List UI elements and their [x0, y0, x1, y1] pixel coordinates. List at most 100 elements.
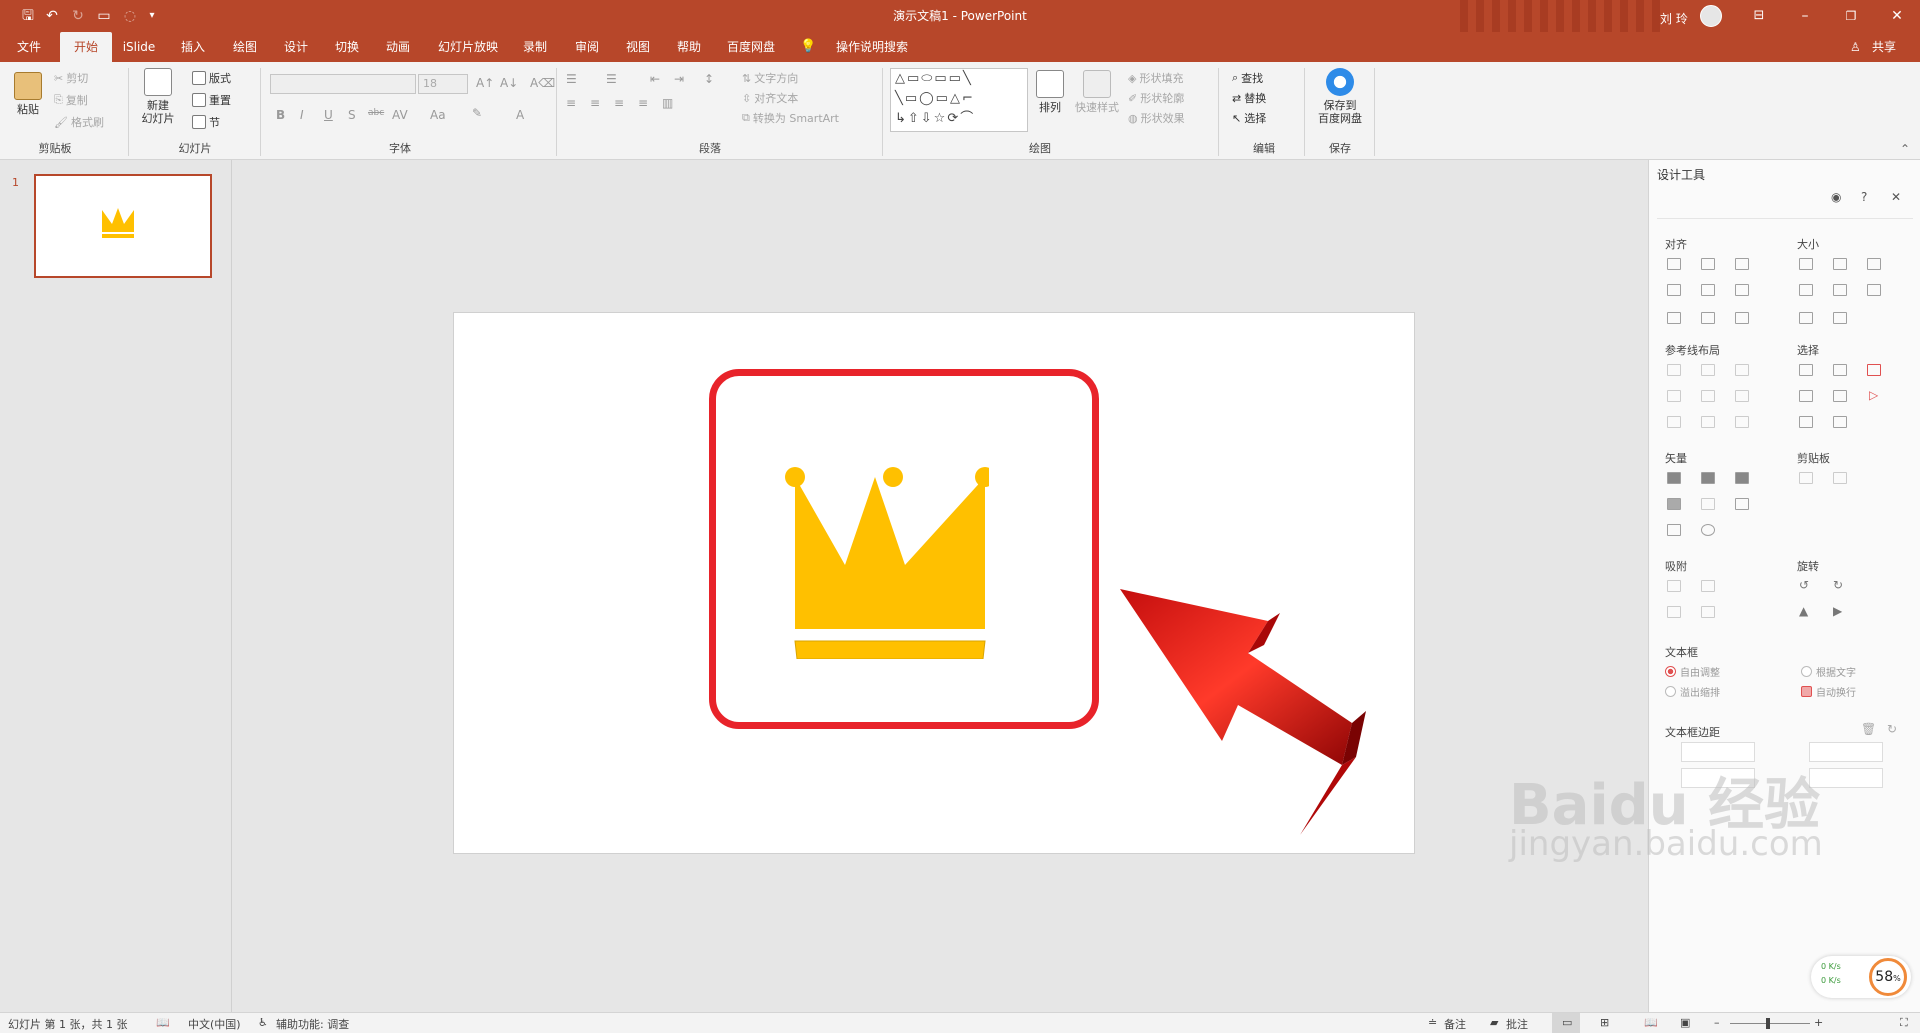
trash-icon[interactable]: 🗑 [1861, 722, 1876, 736]
guide-full-icon[interactable] [1735, 416, 1749, 428]
guide-right-icon[interactable] [1735, 364, 1749, 376]
select-invert-icon[interactable] [1833, 416, 1847, 428]
minimize-icon[interactable]: – [1782, 0, 1828, 32]
extend-bottom-icon[interactable] [1833, 312, 1847, 324]
arrange-button[interactable]: 排列 [1034, 70, 1066, 114]
touch-mode-icon[interactable]: ◌ [120, 6, 140, 26]
help-icon[interactable]: ? [1861, 190, 1867, 204]
distribute-v-tool-icon[interactable] [1701, 312, 1715, 324]
share-button[interactable]: 共享 [1864, 32, 1904, 62]
tell-me-search[interactable]: 操作说明搜索 [824, 32, 920, 62]
select-bottom-icon[interactable] [1799, 416, 1813, 428]
net-speed-widget[interactable]: 0 K/s 0 K/s 58% [1811, 956, 1911, 998]
shape-fill-button[interactable]: ◈ 形状填充 [1128, 70, 1183, 86]
tab-help[interactable]: 帮助 [668, 32, 710, 62]
intersect-icon[interactable] [1667, 498, 1681, 510]
guide-top-icon[interactable] [1667, 390, 1681, 402]
align-top-tool-icon[interactable] [1667, 284, 1681, 296]
zoom-slider-thumb[interactable] [1766, 1018, 1770, 1029]
text-direction-button[interactable]: ⇅ 文字方向 [742, 70, 798, 86]
select-filter-icon[interactable] [1867, 364, 1881, 376]
reading-view-icon[interactable]: 📖 [1644, 1016, 1658, 1029]
clear-format-icon[interactable]: A⌫ [530, 76, 555, 90]
align-right-tool-icon[interactable] [1735, 258, 1749, 270]
distribute-h-tool-icon[interactable] [1667, 312, 1681, 324]
slide-thumbnail[interactable] [34, 174, 212, 278]
present-icon[interactable]: ▭ [94, 6, 114, 26]
slideshow-icon[interactable]: ▣ [1680, 1016, 1690, 1029]
extend-top-icon[interactable] [1799, 312, 1813, 324]
margin-left-input[interactable] [1681, 742, 1755, 762]
zoom-slider[interactable] [1730, 1023, 1810, 1024]
extend-both-icon[interactable] [1867, 284, 1881, 296]
increase-indent-icon[interactable]: ⇥ [674, 72, 684, 86]
select-top-icon[interactable] [1799, 390, 1813, 402]
reset-button[interactable]: 重置 [192, 92, 231, 108]
restore-icon[interactable]: ❐ [1828, 0, 1874, 32]
select-similar-icon[interactable] [1833, 364, 1847, 376]
rotate-left-icon[interactable]: ↺ [1799, 578, 1809, 592]
tab-baidu-pan[interactable]: 百度网盘 [720, 32, 782, 62]
copy-button[interactable]: ⎘ 复制 [54, 92, 88, 108]
spellcheck-icon[interactable]: 📖 [156, 1016, 170, 1029]
option-autofit-text[interactable]: 根据文字 [1801, 664, 1856, 679]
copy-position-icon[interactable] [1799, 472, 1813, 484]
tab-record[interactable]: 录制 [514, 32, 556, 62]
tab-home[interactable]: 开始 [60, 32, 112, 62]
rotate-right-icon[interactable]: ↻ [1833, 578, 1843, 592]
combine-icon[interactable] [1701, 472, 1715, 484]
shapes-gallery[interactable]: △▭⬭▭▭╲ ╲▭◯▭△⌐ ↳⇧⇩☆⟳⌒ [890, 68, 1028, 132]
settings-icon[interactable]: ◉ [1831, 190, 1841, 204]
align-right-icon[interactable]: ≡ [614, 96, 624, 110]
shrink-font-icon[interactable]: A↓ [500, 76, 518, 90]
replace-button[interactable]: ⇄ 替换 [1232, 90, 1266, 106]
underline-button[interactable]: U [324, 108, 333, 122]
decrease-indent-icon[interactable]: ⇤ [650, 72, 660, 86]
guide-middle-icon[interactable] [1701, 390, 1715, 402]
option-autofit-free[interactable]: 自由调整 [1665, 664, 1720, 679]
tab-review[interactable]: 审阅 [566, 32, 608, 62]
align-left-icon[interactable]: ≡ [566, 96, 576, 110]
italic-button[interactable]: I [300, 108, 304, 122]
bullets-icon[interactable]: ☰ [566, 72, 577, 86]
guide-bottom-icon[interactable] [1735, 390, 1749, 402]
cut-button[interactable]: ✂ 剪切 [54, 70, 88, 86]
flip-horizontal-icon[interactable]: ▶ [1833, 604, 1842, 618]
align-bottom-tool-icon[interactable] [1735, 284, 1749, 296]
guide-left-icon[interactable] [1667, 364, 1681, 376]
font-size-box[interactable]: 18 [418, 74, 468, 94]
flip-vertical-icon[interactable]: ▲ [1799, 604, 1808, 618]
select-button[interactable]: ↖ 选择 [1232, 110, 1266, 126]
fragment-icon[interactable] [1735, 472, 1749, 484]
collapse-ribbon-icon[interactable]: ⌃ [1900, 142, 1910, 156]
tab-design[interactable]: 设计 [275, 32, 317, 62]
highlight-color-icon[interactable]: ✎ [472, 106, 482, 120]
zoom-in-icon[interactable]: + [1814, 1016, 1823, 1029]
shape-outline-button[interactable]: ✐ 形状轮廓 [1128, 90, 1184, 106]
line-spacing-icon[interactable]: ↕ [704, 72, 714, 86]
guide-height-icon[interactable] [1701, 416, 1715, 428]
save-to-baidu-button[interactable]: 保存到 百度网盘 [1312, 68, 1368, 125]
snap-right-icon[interactable] [1701, 580, 1715, 592]
comments-icon[interactable]: ▰ [1490, 1016, 1498, 1029]
new-slide-button[interactable]: 新建 幻灯片 [138, 68, 178, 125]
option-overflow-shrink[interactable]: 溢出缩排 [1665, 684, 1720, 699]
same-height-icon[interactable] [1833, 258, 1847, 270]
same-width-icon[interactable] [1799, 258, 1813, 270]
paste-button[interactable]: 粘贴 [12, 72, 44, 116]
accessibility-icon[interactable]: ♿ [258, 1016, 268, 1029]
refresh-icon[interactable]: ↻ [1887, 722, 1897, 736]
tab-file[interactable]: 文件 [8, 32, 50, 62]
tab-insert[interactable]: 插入 [172, 32, 214, 62]
user-name[interactable]: 刘 玲 [1660, 10, 1688, 27]
select-arrow-icon[interactable]: ▷ [1869, 388, 1878, 402]
snap-top-icon[interactable] [1667, 606, 1681, 618]
notes-button[interactable]: 备注 [1444, 1016, 1466, 1032]
subtract-icon[interactable] [1701, 498, 1715, 510]
bold-button[interactable]: B [276, 108, 285, 122]
extend-left-icon[interactable] [1799, 284, 1813, 296]
accessibility-status[interactable]: 辅助功能: 调查 [276, 1016, 349, 1032]
snap-left-icon[interactable] [1667, 580, 1681, 592]
margin-right-input[interactable] [1809, 742, 1883, 762]
zoom-out-icon[interactable]: – [1714, 1016, 1720, 1029]
